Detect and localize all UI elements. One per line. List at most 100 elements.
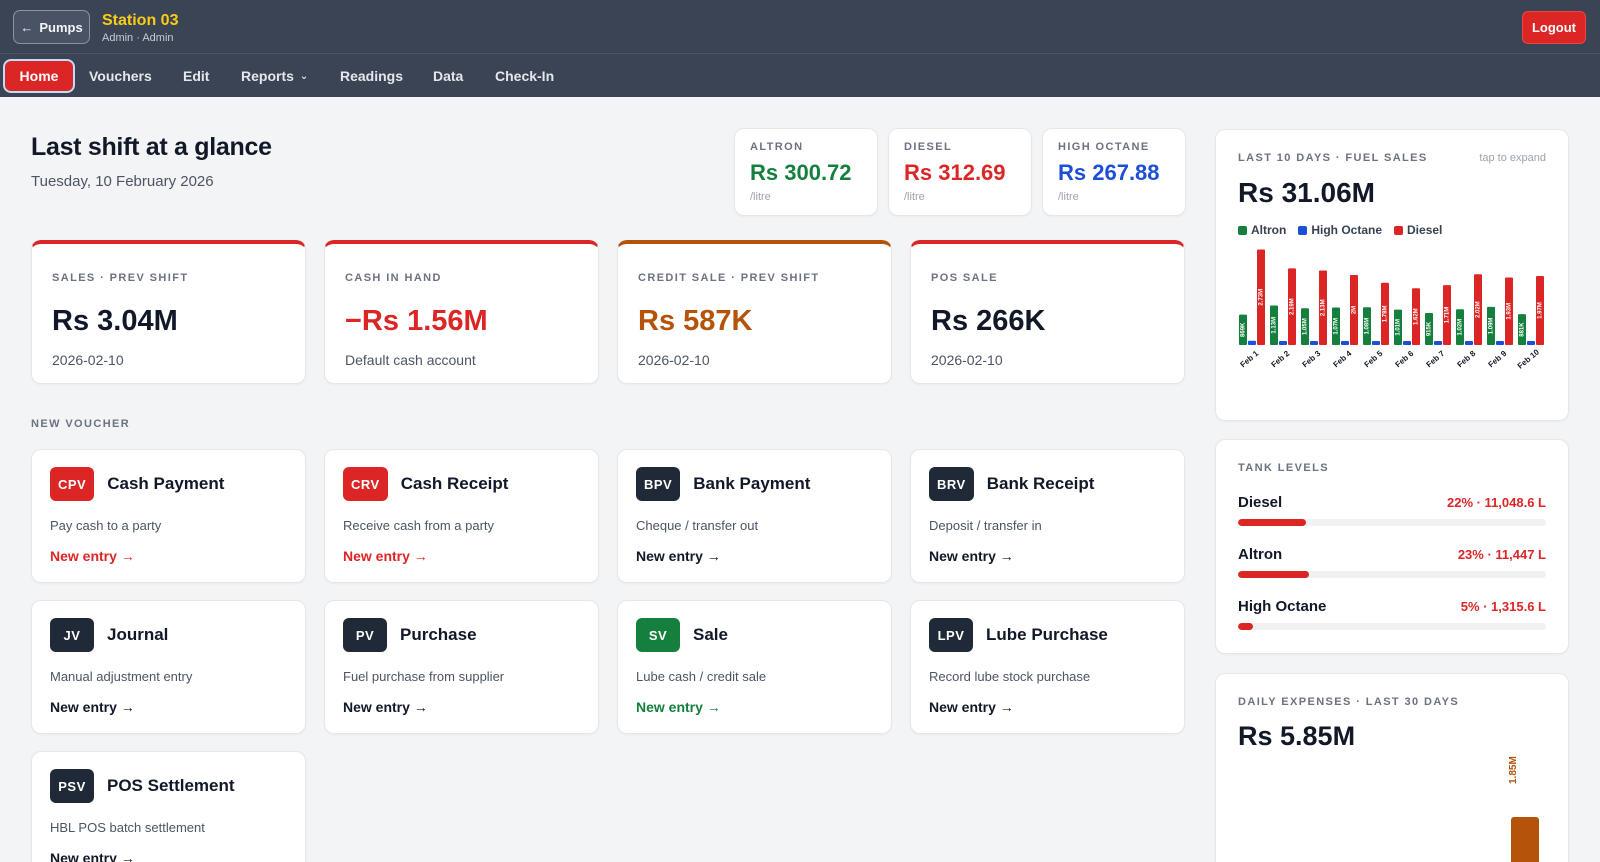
bar-high-octane-4 xyxy=(1341,341,1349,345)
tank-bar xyxy=(1238,519,1546,526)
tank-bar xyxy=(1238,571,1546,578)
bar-label: 1.08M xyxy=(1365,318,1371,335)
new-entry-link[interactable]: New entry → xyxy=(343,699,580,715)
voucher-card-psv[interactable]: PSV POS Settlement HBL POS batch settleme… xyxy=(31,751,306,862)
tank-value: 22% · 11,048.6 L xyxy=(1446,495,1546,510)
price-unit: /litre xyxy=(904,191,925,203)
legend-high-octane: High Octane xyxy=(1298,223,1382,237)
x-tick-label: Feb 8 xyxy=(1455,349,1477,370)
tank-row-diesel: Diesel 22% · 11,048.6 L xyxy=(1238,494,1546,526)
new-entry-link[interactable]: New entry → xyxy=(50,699,287,715)
stat-label: CREDIT SALE · PREV SHIFT xyxy=(638,272,820,284)
new-entry-link[interactable]: New entry → xyxy=(50,850,287,862)
main-nav: Home Vouchers Edit Reports ⌄ Readings Da… xyxy=(0,54,1600,97)
tank-name: Diesel xyxy=(1238,494,1283,511)
tap-to-expand-hint: tap to expand xyxy=(1479,152,1546,164)
bar-label: 915K xyxy=(1427,321,1433,336)
legend-diesel: Diesel xyxy=(1394,223,1442,237)
tank-value: 5% · 1,315.6 L xyxy=(1460,599,1546,614)
bar-label: 2.73M xyxy=(1259,289,1265,306)
stat-sub: 2026-02-10 xyxy=(52,352,124,368)
bar-label: 1.62M xyxy=(1414,308,1420,325)
stat-value: Rs 266K xyxy=(931,305,1046,337)
bar-label: 1.78M xyxy=(1383,306,1389,323)
bar-high-octane-9 xyxy=(1496,341,1504,345)
nav-edit[interactable]: Edit xyxy=(183,61,209,91)
stat-sub: 2026-02-10 xyxy=(931,352,1003,368)
stat-card-credit-sale[interactable]: CREDIT SALE · PREV SHIFT Rs 587K 2026-02… xyxy=(617,240,892,384)
voucher-title: Bank Receipt xyxy=(986,474,1095,493)
nav-checkin[interactable]: Check-In xyxy=(495,61,554,91)
voucher-badge: PSV xyxy=(50,769,94,803)
nav-data[interactable]: Data xyxy=(433,61,463,91)
nav-readings[interactable]: Readings xyxy=(340,61,403,91)
new-voucher-heading: NEW VOUCHER xyxy=(31,418,131,430)
stat-card-sales[interactable]: SALES · PREV SHIFT Rs 3.04M 2026-02-10 xyxy=(31,240,306,384)
price-card-altron: ALTRON Rs 300.72 /litre xyxy=(734,128,878,216)
chart-legend: Altron High Octane Diesel xyxy=(1238,223,1546,237)
voucher-card-jv[interactable]: JV Journal Manual adjustment entry New en… xyxy=(31,600,306,734)
stat-card-cash-in-hand[interactable]: CASH IN HAND −Rs 1.56M Default cash acco… xyxy=(324,240,599,384)
stat-value: Rs 587K xyxy=(638,305,753,337)
bar-high-octane-2 xyxy=(1279,341,1287,345)
bar-label: 1.93M xyxy=(1507,303,1513,320)
voucher-card-cpv[interactable]: CPV Cash Payment Pay cash to a party New … xyxy=(31,449,306,583)
bar-high-octane-3 xyxy=(1310,341,1318,345)
bar-label: 1.09M xyxy=(1489,318,1495,335)
x-tick-label: Feb 10 xyxy=(1516,347,1542,371)
voucher-title: Bank Payment xyxy=(693,474,811,493)
voucher-card-pv[interactable]: PV Purchase Fuel purchase from supplier N… xyxy=(324,600,599,734)
legend-swatch xyxy=(1238,226,1247,235)
voucher-desc: Lube cash / credit sale xyxy=(636,669,767,684)
voucher-card-lpv[interactable]: LPV Lube Purchase Record lube stock purch… xyxy=(910,600,1185,734)
voucher-badge: BPV xyxy=(636,467,681,501)
voucher-card-brv[interactable]: BRV Bank Receipt Deposit / transfer in Ne… xyxy=(910,449,1185,583)
voucher-badge: CRV xyxy=(343,467,388,501)
nav-reports-label: Reports xyxy=(241,68,294,84)
bar-label: 1.71M xyxy=(1445,307,1451,324)
logout-button[interactable]: Logout xyxy=(1522,11,1586,44)
tank-fill xyxy=(1238,623,1254,630)
new-entry-link[interactable]: New entry → xyxy=(929,699,1166,715)
stat-card-pos-sale[interactable]: POS SALE Rs 266K 2026-02-10 xyxy=(910,240,1185,384)
voucher-desc: Manual adjustment entry xyxy=(50,669,193,684)
voucher-title: Cash Receipt xyxy=(400,474,509,493)
bar-label: 1.13M xyxy=(1272,317,1278,334)
nav-vouchers[interactable]: Vouchers xyxy=(89,61,152,91)
x-tick-label: Feb 9 xyxy=(1486,349,1508,370)
back-to-pumps-button[interactable]: ← Pumps xyxy=(13,10,90,44)
voucher-desc: Record lube stock purchase xyxy=(929,669,1091,684)
bar-label: 2.13M xyxy=(1321,299,1327,316)
bar-high-octane-8 xyxy=(1465,341,1473,345)
nav-reports[interactable]: Reports ⌄ xyxy=(241,61,308,91)
daily-expenses-total: Rs 5.85M xyxy=(1238,721,1356,751)
voucher-desc: HBL POS batch settlement xyxy=(50,820,205,835)
x-tick-label: Feb 7 xyxy=(1424,349,1446,370)
price-card-high-octane: HIGH OCTANE Rs 267.88 /litre xyxy=(1042,128,1186,216)
nav-home[interactable]: Home xyxy=(5,61,73,91)
new-entry-link[interactable]: New entry → xyxy=(50,548,287,564)
new-entry-link[interactable]: New entry → xyxy=(636,548,873,564)
voucher-title: Journal xyxy=(107,625,169,644)
voucher-badge: LPV xyxy=(929,618,973,652)
new-entry-link[interactable]: New entry → xyxy=(636,699,873,715)
stat-label: POS SALE xyxy=(931,272,998,284)
voucher-desc: Fuel purchase from supplier xyxy=(343,669,505,684)
page-date: Tuesday, 10 February 2026 xyxy=(31,173,214,190)
daily-expenses-card[interactable]: DAILY EXPENSES · LAST 30 DAYS Rs 5.85M 1… xyxy=(1215,673,1569,862)
new-entry-link[interactable]: New entry → xyxy=(929,548,1166,564)
price-card-diesel: DIESEL Rs 312.69 /litre xyxy=(888,128,1032,216)
bar-high-octane-6 xyxy=(1403,341,1411,345)
voucher-card-bpv[interactable]: BPV Bank Payment Cheque / transfer out Ne… xyxy=(617,449,892,583)
voucher-desc: Deposit / transfer in xyxy=(929,518,1042,533)
voucher-card-crv[interactable]: CRV Cash Receipt Receive cash from a part… xyxy=(324,449,599,583)
new-entry-link[interactable]: New entry → xyxy=(343,548,580,564)
voucher-card-sv[interactable]: SV Sale Lube cash / credit sale New entry… xyxy=(617,600,892,734)
price-label: ALTRON xyxy=(750,141,804,153)
fuel-sales-card[interactable]: LAST 10 DAYS · FUEL SALES tap to expand … xyxy=(1215,129,1569,421)
chevron-down-icon: ⌄ xyxy=(299,70,309,82)
back-button-label: Pumps xyxy=(39,19,83,35)
x-tick-label: Feb 3 xyxy=(1300,349,1322,370)
legend-label: Diesel xyxy=(1407,223,1443,237)
price-value: Rs 312.69 xyxy=(904,160,1006,185)
